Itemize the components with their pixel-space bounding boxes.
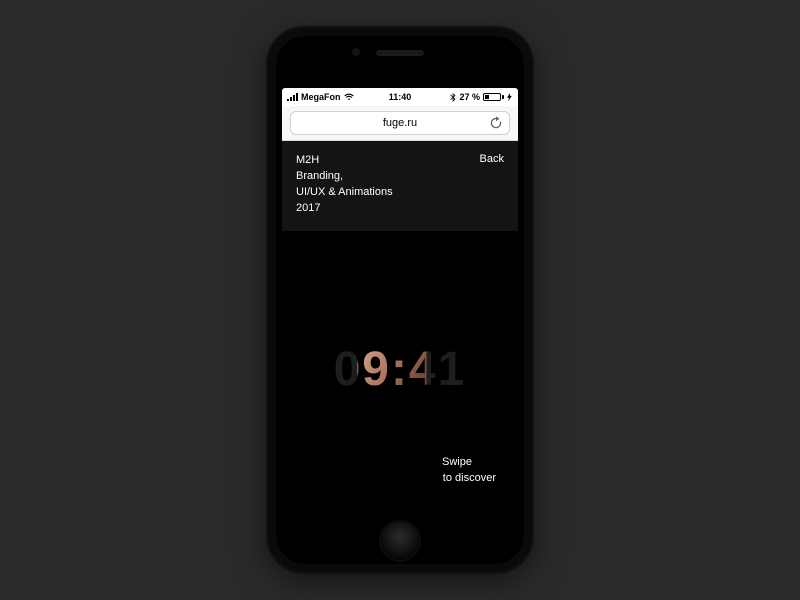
project-title: M2H — [296, 153, 393, 169]
phone-screen: MegaFon 11:40 27 % — [282, 88, 518, 508]
reload-icon[interactable] — [489, 116, 503, 130]
charging-icon — [507, 93, 513, 101]
swipe-line1: Swipe — [442, 455, 496, 470]
front-camera — [352, 48, 360, 56]
status-right: 27 % — [450, 92, 513, 102]
hero-clock: 09:41 09:41 — [334, 342, 467, 397]
cell-signal-icon — [287, 93, 298, 101]
swipe-line2: to discover — [442, 471, 496, 486]
url-text: fuge.ru — [383, 117, 417, 129]
project-line-services: UI/UX & Animations — [296, 185, 393, 201]
project-meta: M2H Branding, UI/UX & Animations 2017 — [296, 153, 393, 217]
project-year: 2017 — [296, 201, 393, 217]
wifi-icon — [344, 93, 354, 101]
carrier-label: MegaFon — [301, 92, 341, 102]
status-left: MegaFon — [287, 92, 354, 102]
webpage[interactable]: M2H Branding, UI/UX & Animations 2017 Ba… — [282, 141, 518, 508]
hero-area[interactable]: 09:41 09:41 Swipe to discover — [282, 231, 518, 508]
url-field[interactable]: fuge.ru — [290, 111, 510, 135]
canvas: MegaFon 11:40 27 % — [0, 0, 800, 600]
ios-status-bar: MegaFon 11:40 27 % — [282, 88, 518, 106]
earpiece-speaker — [376, 50, 424, 56]
page-header: M2H Branding, UI/UX & Animations 2017 Ba… — [282, 141, 518, 231]
swipe-hint: Swipe to discover — [442, 455, 496, 486]
back-link[interactable]: Back — [480, 153, 504, 165]
home-button[interactable] — [379, 520, 421, 562]
battery-icon — [483, 93, 504, 101]
safari-url-bar: fuge.ru — [282, 106, 518, 141]
bluetooth-icon — [450, 93, 456, 102]
iphone-frame: MegaFon 11:40 27 % — [266, 26, 534, 574]
project-line-branding: Branding, — [296, 169, 393, 185]
battery-percent: 27 % — [459, 92, 480, 102]
